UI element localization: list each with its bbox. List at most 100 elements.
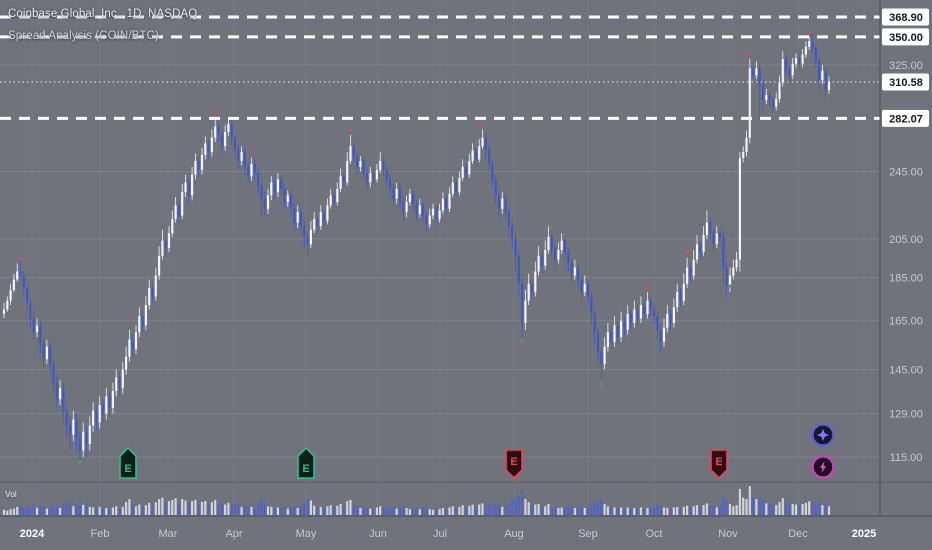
volume-bar — [405, 508, 408, 515]
candle-down — [382, 160, 385, 170]
time-axis-label: Sep — [578, 528, 598, 540]
volume-bar — [672, 507, 675, 515]
volume-bar — [224, 504, 227, 515]
volume-bar — [765, 503, 768, 515]
volume-bar — [2, 509, 6, 515]
volume-bar — [303, 503, 306, 515]
candle-down — [491, 163, 494, 180]
volume-bar — [669, 508, 672, 515]
candle-down — [237, 149, 240, 161]
candle-up — [408, 193, 411, 202]
earnings-beat-badge[interactable]: E — [297, 446, 315, 479]
volume-bar — [580, 506, 583, 515]
volume-bar — [534, 504, 537, 515]
volume-bar — [243, 505, 246, 515]
candle-down — [372, 173, 375, 180]
candle-down — [798, 57, 801, 64]
candle-up — [778, 82, 781, 99]
candle-down — [293, 208, 296, 223]
candle-up — [808, 41, 811, 47]
candle-down — [464, 166, 468, 175]
volume-bar — [187, 502, 190, 515]
candle-down — [257, 173, 260, 186]
level-price-tag-label: 368.90 — [889, 12, 923, 24]
volume-bar — [695, 505, 699, 515]
candle-up — [794, 57, 798, 64]
candle-up — [742, 152, 745, 158]
bolt-signal-button[interactable] — [811, 455, 835, 479]
candle-up — [603, 346, 606, 365]
candle-up — [821, 70, 824, 81]
volume-bar — [517, 495, 520, 515]
candle-down — [220, 134, 223, 147]
candle-down — [197, 160, 200, 170]
volume-bar — [540, 506, 543, 515]
candle-down — [811, 41, 814, 48]
star-signal-button[interactable] — [811, 423, 835, 447]
candle-down — [101, 404, 105, 414]
symbol-title[interactable]: Coinbase Global, Inc., 1D, NASDAQ — [8, 8, 197, 20]
candle-up — [501, 198, 504, 209]
candle-up — [468, 160, 471, 175]
volume-bar — [422, 508, 425, 515]
volume-bar — [108, 509, 111, 515]
volume-bar — [336, 505, 339, 515]
candle-up — [369, 173, 372, 183]
volume-bar — [745, 499, 748, 515]
time-axis-label: 2025 — [852, 528, 876, 540]
time-axis-label: 2024 — [20, 528, 45, 540]
candle-down — [398, 188, 402, 202]
volume-bar — [814, 503, 817, 515]
volume-bar — [570, 505, 573, 515]
volume-bar — [557, 508, 560, 515]
volume-bar — [682, 506, 685, 515]
candle-down — [19, 271, 22, 276]
volume-bar — [408, 509, 411, 515]
candle-up — [105, 396, 108, 414]
volume-bar — [603, 503, 606, 515]
candle-down — [362, 160, 365, 174]
volume-bar — [72, 506, 75, 515]
volume-bar — [768, 503, 771, 515]
volume-bar — [167, 501, 171, 515]
volume-bar — [824, 503, 827, 515]
candle-down — [253, 163, 256, 174]
indicator-title[interactable]: Spread Analysis (COIN/BTC) — [8, 30, 159, 42]
candle-down — [385, 169, 388, 180]
candle-up — [775, 98, 778, 107]
candle-up — [672, 307, 675, 324]
candle-down — [521, 283, 524, 324]
candle-up — [606, 332, 609, 347]
candle-up — [35, 325, 39, 333]
volume-bar — [62, 504, 65, 515]
candle-up — [111, 390, 114, 408]
volume-bar — [785, 502, 788, 515]
candle-up — [676, 292, 679, 308]
volume-bar — [329, 505, 332, 515]
volume-bar — [527, 502, 530, 515]
volume-bar — [49, 507, 52, 515]
candle-down — [570, 263, 573, 276]
volume-bar — [448, 507, 451, 515]
candle-up — [240, 152, 243, 161]
candle-down — [679, 292, 682, 301]
candle-down — [332, 195, 336, 202]
price-axis-label: 205.00 — [889, 234, 923, 246]
volume-bar — [92, 507, 95, 515]
chart-canvas[interactable]: 325.00 245.00 205.00 185.00 165.00 145.00 129.… — [0, 0, 932, 550]
earnings-beat-badge[interactable]: E — [119, 446, 137, 479]
candle-down — [415, 203, 418, 214]
candle-down — [402, 201, 405, 213]
pivot-high-dot — [213, 110, 217, 114]
volume-bar — [171, 499, 174, 515]
volume-bar — [16, 506, 19, 515]
candle-up — [458, 177, 461, 193]
volume-bar — [587, 506, 590, 515]
candle-down — [68, 425, 72, 435]
candle-up — [45, 346, 48, 360]
candle-down — [75, 419, 78, 438]
volume-bar — [811, 502, 814, 515]
volume-bar — [247, 506, 250, 515]
volume-bar — [577, 506, 580, 515]
candle-down — [761, 85, 765, 101]
